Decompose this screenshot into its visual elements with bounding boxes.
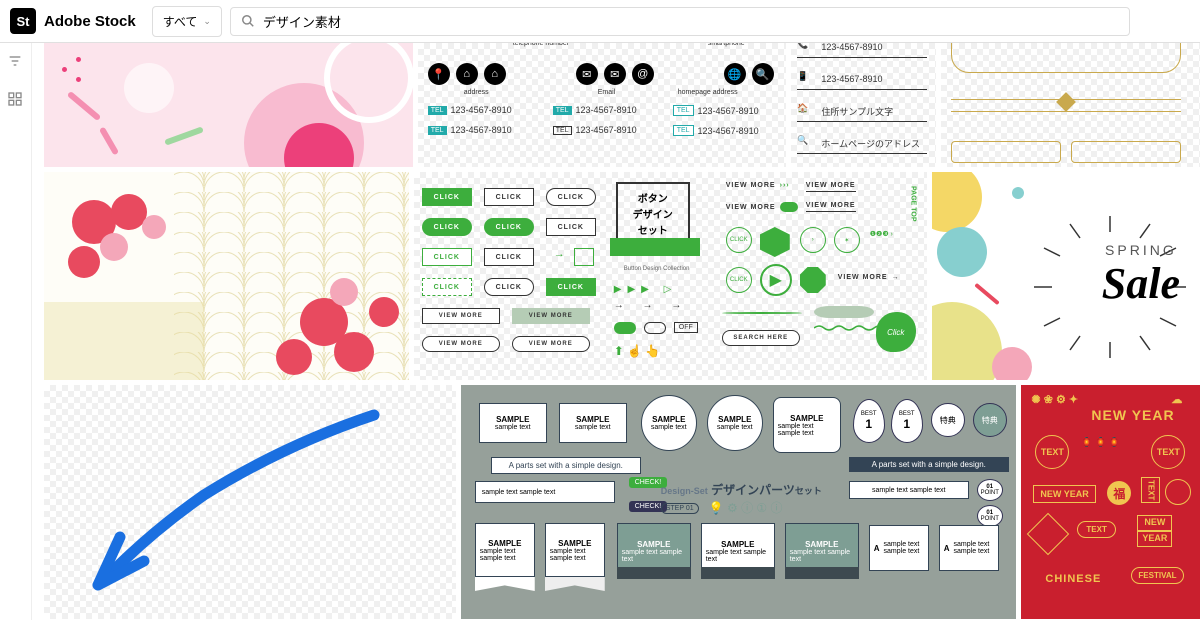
search-box[interactable] (230, 7, 1130, 36)
result-tile[interactable] (941, 43, 1200, 167)
result-tile[interactable]: telephone number smartphone 📍⌂⌂ ✉✉@ 🌐🔍 a… (418, 43, 787, 167)
header: St Adobe Stock すべて ⌄ (0, 0, 1200, 43)
logo-icon[interactable]: St (10, 8, 36, 34)
result-tile[interactable] (44, 385, 456, 619)
result-tile[interactable]: NEW YEAR TEXT TEXT 🏮 🏮 🏮 NEW YEAR 福 TEXT… (1021, 385, 1200, 619)
result-tile[interactable]: CLICK CLICK CLICK CLICK CLICK CLICK CLIC… (414, 172, 927, 380)
view-icon[interactable] (7, 91, 25, 109)
dropdown-label: すべて (163, 13, 198, 30)
spring-label: SPRING (1102, 242, 1180, 258)
search-icon (241, 14, 255, 28)
results-grid: telephone number smartphone 📍⌂⌂ ✉✉@ 🌐🔍 a… (32, 43, 1200, 620)
search-input[interactable] (263, 14, 1119, 29)
result-tile[interactable]: 📞123-4567-8910 📱123-4567-8910 🏠住所サンプル文字 … (791, 43, 936, 167)
result-tile[interactable]: SPRING Sale (932, 172, 1200, 380)
result-tile[interactable] (44, 172, 409, 380)
sale-label: Sale (1102, 258, 1180, 309)
chevron-down-icon: ⌄ (203, 16, 211, 27)
filter-icon[interactable] (7, 53, 25, 71)
category-dropdown[interactable]: すべて ⌄ (152, 6, 222, 37)
logo-text[interactable]: Adobe Stock (44, 13, 136, 30)
result-tile[interactable] (44, 43, 413, 167)
result-tile[interactable]: SAMPLEsample text SAMPLEsample text SAMP… (461, 385, 1017, 619)
sidebar (0, 43, 32, 620)
